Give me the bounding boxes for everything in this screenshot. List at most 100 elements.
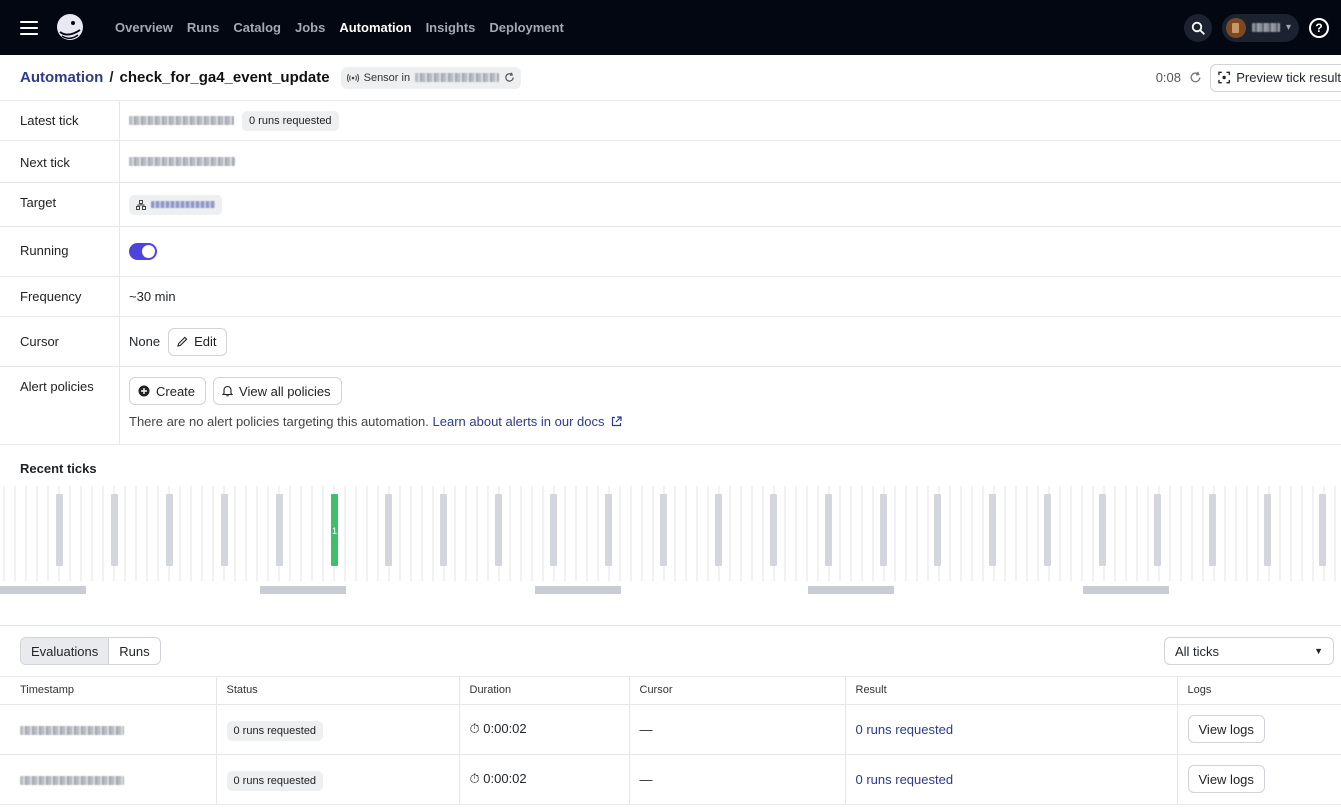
latest-tick-timestamp[interactable] [129,116,234,125]
sensor-location-tag[interactable]: Sensor in [340,66,522,89]
tick-bar-skipped[interactable] [111,494,118,566]
menu-icon[interactable] [20,20,38,35]
nav-deployment[interactable]: Deployment [482,20,570,35]
axis-label-redacted [0,586,86,594]
nav-jobs[interactable]: Jobs [288,20,332,35]
col-logs: Logs [1177,677,1341,705]
breadcrumb-separator: / [109,69,114,86]
reload-icon[interactable] [504,72,515,83]
tick-bar-skipped[interactable] [440,494,447,566]
search-button[interactable] [1183,13,1212,42]
tick-bar-skipped[interactable] [276,494,283,566]
sensor-details: Latest tick 0 runs requested Next tick T… [0,101,1341,445]
table-row: 0 runs requested ⏱ 0:00:02 — 0 runs requ… [0,754,1341,805]
col-status: Status [216,677,460,705]
create-alert-policy-button[interactable]: Create [129,377,207,405]
view-all-policies-button[interactable]: View all policies [213,377,342,405]
page-header: Automation / check_for_ga4_event_update … [0,55,1341,101]
running-toggle[interactable] [129,243,157,260]
tick-bar-skipped[interactable] [880,494,887,566]
view-logs-button[interactable]: View logs [1187,715,1265,743]
cursor-label: Cursor [0,317,120,366]
nav-automation[interactable]: Automation [332,20,418,35]
tick-bar-skipped[interactable] [770,494,777,566]
bell-icon [222,385,234,397]
user-name-redacted [1251,23,1280,32]
tick-bar-skipped[interactable] [934,494,941,566]
tick-timeline-chart: 1 [0,486,1336,594]
row-status-badge: 0 runs requested [226,770,324,791]
external-link-icon[interactable] [611,416,622,427]
recent-ticks-title: Recent ticks [20,461,97,476]
tick-bar-label: 1 [332,526,337,536]
running-label: Running [0,227,120,276]
stopwatch-icon: ⏱ [469,721,480,736]
cursor-value: None [129,334,161,349]
tick-bar-skipped[interactable] [825,494,832,566]
axis-label-redacted [535,586,621,594]
breadcrumb-automation[interactable]: Automation [20,69,103,86]
row-result-link[interactable]: 0 runs requested [856,722,954,737]
row-cursor: — [629,704,846,755]
edit-cursor-button[interactable]: Edit [168,327,228,356]
view-logs-button[interactable]: View logs [1187,765,1265,793]
refresh-icon[interactable] [1189,71,1202,84]
tick-bar-skipped[interactable] [495,494,502,566]
tick-bar-skipped[interactable] [385,494,392,566]
tick-bar-skipped[interactable] [989,494,996,566]
preview-icon [1218,71,1230,84]
latest-tick-label: Latest tick [0,101,120,140]
next-tick-label: Next tick [0,141,120,182]
tick-bar-skipped[interactable] [56,494,63,566]
target-job-tag[interactable] [129,194,222,215]
tick-bar-skipped[interactable] [550,494,557,566]
view-toggle: Evaluations Runs [20,637,161,665]
pencil-icon [177,336,188,347]
tick-bar-skipped[interactable] [660,494,667,566]
ticks-table: Timestamp Status Duration Cursor Result … [0,677,1341,805]
tick-bar-skipped[interactable] [1044,494,1051,566]
axis-label-redacted [1083,586,1169,594]
job-icon [136,199,146,210]
tick-bar-skipped[interactable] [1264,494,1271,566]
col-timestamp: Timestamp [0,677,217,705]
search-icon [1191,21,1205,35]
alert-note: There are no alert policies targeting th… [129,414,429,429]
alert-docs-link[interactable]: Learn about alerts in our docs [433,414,605,429]
user-menu[interactable]: ▾ [1221,13,1299,42]
nav-insights[interactable]: Insights [419,20,483,35]
tick-filter-select[interactable]: All ticks ▼ [1164,637,1334,665]
tick-bar-skipped[interactable] [221,494,228,566]
col-cursor: Cursor [629,677,846,705]
tick-bar-skipped[interactable] [605,494,612,566]
preview-tick-result-button[interactable]: Preview tick result [1210,63,1341,92]
help-icon[interactable]: ? [1309,17,1329,38]
table-row: 0 runs requested ⏱ 0:00:02 — 0 runs requ… [0,704,1341,755]
tab-runs[interactable]: Runs [109,638,159,664]
main-nav: Overview Runs Catalog Jobs Automation In… [108,20,571,35]
sensor-icon [346,73,359,82]
nav-overview[interactable]: Overview [108,20,180,35]
axis-label-redacted [260,586,346,594]
row-timestamp [20,725,124,735]
row-status-badge: 0 runs requested [226,720,324,741]
tick-bar-skipped[interactable] [1319,494,1326,566]
tick-bar-skipped[interactable] [1154,494,1161,566]
alert-policies-label: Alert policies [0,367,120,444]
nav-catalog[interactable]: Catalog [226,20,288,35]
target-job-name [151,201,215,208]
dagster-logo-icon[interactable] [54,12,86,44]
tick-bar-skipped[interactable] [715,494,722,566]
tab-evaluations[interactable]: Evaluations [21,638,110,664]
target-label: Target [0,183,120,226]
latest-tick-status-badge: 0 runs requested [242,110,339,131]
recent-ticks-timeline[interactable]: 1 [0,486,1341,626]
row-result-link[interactable]: 0 runs requested [856,772,954,787]
row-duration: 0:00:02 [483,721,527,736]
code-location-redacted[interactable] [415,73,500,82]
tick-bar-skipped[interactable] [166,494,173,566]
frequency-label: Frequency [0,277,120,316]
tick-bar-skipped[interactable] [1099,494,1106,566]
nav-runs[interactable]: Runs [180,20,227,35]
tick-bar-skipped[interactable] [1209,494,1216,566]
